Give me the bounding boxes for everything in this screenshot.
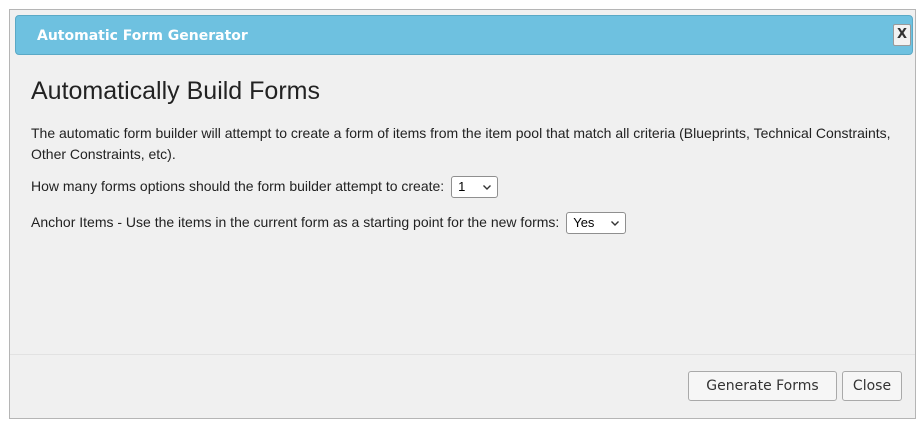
chevron-down-icon xyxy=(611,221,620,227)
anchor-items-value: Yes xyxy=(573,215,595,231)
dialog-title: Automatic Form Generator xyxy=(37,28,248,44)
anchor-items-row: Anchor Items - Use the items in the curr… xyxy=(31,211,627,235)
dialog-titlebar: Automatic Form Generator X xyxy=(15,15,913,55)
anchor-items-select[interactable]: Yes xyxy=(566,212,627,235)
chevron-down-icon xyxy=(483,185,492,191)
forms-count-label: How many forms options should the form b… xyxy=(31,178,445,194)
close-icon-button[interactable]: X xyxy=(893,24,911,46)
forms-count-value: 1 xyxy=(458,179,466,195)
forms-count-select[interactable]: 1 xyxy=(451,176,499,199)
form-generator-dialog: Automatic Form Generator X Automatically… xyxy=(9,9,916,419)
anchor-items-label: Anchor Items - Use the items in the curr… xyxy=(31,214,560,230)
generate-forms-button[interactable]: Generate Forms xyxy=(688,371,837,401)
description-text: The automatic form builder will attempt … xyxy=(31,125,891,162)
footer-divider xyxy=(10,354,915,355)
forms-count-row: How many forms options should the form b… xyxy=(31,175,499,199)
page-heading: Automatically Build Forms xyxy=(31,77,320,105)
close-button[interactable]: Close xyxy=(842,371,902,401)
